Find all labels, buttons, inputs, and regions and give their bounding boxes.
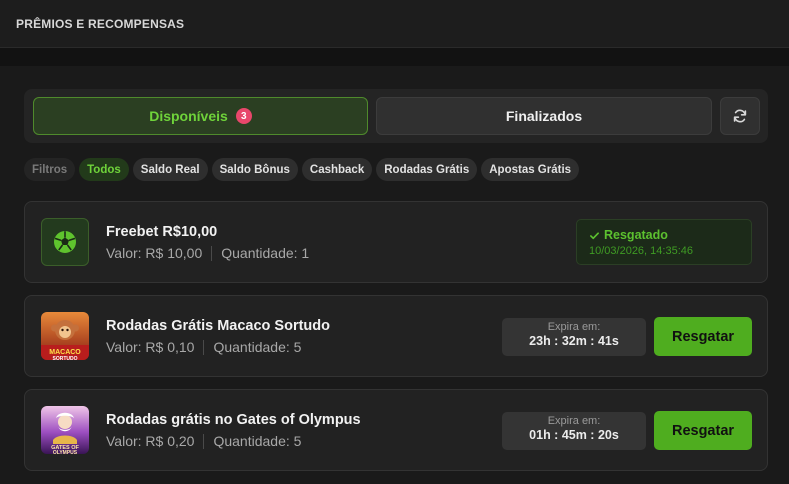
gates-of-olympus-game-thumbnail: GATES OF OLYMPUS — [41, 406, 89, 454]
meta-separator — [203, 433, 205, 449]
expiry-timer: Expira em: 01h : 45m : 20s — [502, 412, 646, 450]
refresh-icon — [733, 109, 747, 123]
reward-title: Rodadas grátis no Gates of Olympus — [106, 412, 361, 428]
reward-value: Valor: R$ 0,10 — [106, 339, 195, 355]
claim-button[interactable]: Resgatar — [654, 317, 752, 356]
redeemed-text: Resgatado — [604, 228, 668, 242]
claim-button[interactable]: Resgatar — [654, 411, 752, 450]
reward-value: Valor: R$ 0,20 — [106, 433, 195, 449]
svg-text:OLYMPUS: OLYMPUS — [53, 450, 78, 454]
expiry-label: Expira em: — [547, 415, 601, 427]
filter-chip-todos[interactable]: Todos — [79, 158, 129, 181]
filter-chip-rodadas-gratis[interactable]: Rodadas Grátis — [376, 158, 478, 181]
redeemed-label: Resgatado — [589, 228, 668, 242]
meta-separator — [211, 245, 213, 261]
reward-meta: Valor: R$ 0,20 Quantidade: 5 — [106, 433, 301, 449]
filter-bar: Filtros Todos Saldo Real Saldo Bônus Cas… — [24, 158, 580, 181]
reward-title: Freebet R$10,00 — [106, 224, 218, 240]
reward-quantity: Quantidade: 5 — [213, 339, 302, 355]
expiry-countdown: 01h : 45m : 20s — [529, 428, 619, 442]
filter-chip-saldo-bonus[interactable]: Saldo Bônus — [211, 158, 298, 181]
tab-available[interactable]: Disponíveis 3 — [33, 97, 368, 135]
macaco-sortudo-artwork: MACACO SORTUDO — [41, 312, 89, 360]
tab-finished[interactable]: Finalizados — [376, 97, 712, 135]
expiry-countdown: 23h : 32m : 41s — [529, 334, 619, 348]
redeemed-status: Resgatado 10/03/2026, 14:35:46 — [576, 219, 752, 265]
filter-chip-apostas-gratis[interactable]: Apostas Grátis — [481, 158, 580, 181]
reward-quantity: Quantidade: 1 — [221, 245, 310, 261]
svg-text:SORTUDO: SORTUDO — [53, 356, 78, 360]
redeemed-date: 10/03/2026, 14:35:46 — [589, 245, 693, 257]
svg-text:MACACO: MACACO — [49, 349, 81, 356]
reward-title: Rodadas Grátis Macaco Sortudo — [106, 318, 330, 334]
reward-value: Valor: R$ 10,00 — [106, 245, 203, 261]
page-title: PRÊMIOS E RECOMPENSAS — [16, 17, 185, 31]
filters-label: Filtros — [24, 158, 76, 181]
expiry-timer: Expira em: 23h : 32m : 41s — [502, 318, 646, 356]
meta-separator — [203, 339, 205, 355]
top-bar: PRÊMIOS E RECOMPENSAS — [0, 0, 789, 48]
gates-of-olympus-artwork: GATES OF OLYMPUS — [41, 406, 89, 454]
tab-finished-label: Finalizados — [505, 108, 583, 124]
tab-available-label: Disponíveis — [149, 108, 228, 124]
reward-meta: Valor: R$ 10,00 Quantidade: 1 — [106, 245, 309, 261]
expiry-label: Expira em: — [547, 321, 601, 333]
filter-chip-cashback[interactable]: Cashback — [301, 158, 373, 181]
reward-card: GATES OF OLYMPUS Rodadas grátis no Gates… — [24, 389, 768, 471]
filter-chip-saldo-real[interactable]: Saldo Real — [132, 158, 208, 181]
reward-thumbnail — [41, 218, 89, 266]
reward-card: Freebet R$10,00 Valor: R$ 10,00 Quantida… — [24, 201, 768, 283]
macaco-sortudo-game-thumbnail: MACACO SORTUDO — [41, 312, 89, 360]
reward-quantity: Quantidade: 5 — [213, 433, 302, 449]
soccer-ball-icon — [54, 231, 76, 253]
reward-card: MACACO SORTUDO Rodadas Grátis Macaco Sor… — [24, 295, 768, 377]
available-count-badge: 3 — [235, 108, 252, 124]
check-icon — [590, 231, 599, 239]
refresh-button[interactable] — [720, 97, 760, 135]
reward-meta: Valor: R$ 0,10 Quantidade: 5 — [106, 339, 301, 355]
